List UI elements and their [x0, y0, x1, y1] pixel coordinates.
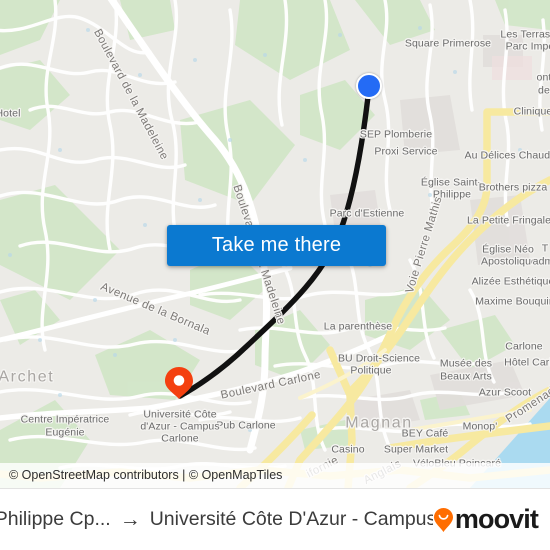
- moovit-wordmark: moovit: [454, 504, 539, 534]
- route-origin-label: St Philippe Cp...: [0, 508, 111, 530]
- route-summary[interactable]: St Philippe Cp... → Université Côte D'Az…: [0, 508, 433, 531]
- arrow-right-icon: →: [119, 508, 141, 531]
- map-canvas[interactable]: Boulevard de la MadeleineBoulevard de la…: [0, 0, 550, 488]
- destination-pin-icon: [165, 367, 193, 399]
- route-destination-label: Université Côte D'Azur - Campus C...: [149, 508, 433, 530]
- take-me-there-button[interactable]: Take me there: [167, 225, 386, 266]
- map-route-screen: Boulevard de la MadeleineBoulevard de la…: [0, 0, 550, 550]
- moovit-logo[interactable]: moovit: [433, 504, 550, 535]
- moovit-pin-icon: [433, 507, 453, 532]
- bottom-bar: St Philippe Cp... → Université Côte D'Az…: [0, 488, 550, 550]
- map-attribution: © OpenStreetMap contributors | © OpenMap…: [0, 463, 550, 488]
- destination-marker[interactable]: [163, 366, 195, 400]
- origin-marker[interactable]: [356, 73, 382, 99]
